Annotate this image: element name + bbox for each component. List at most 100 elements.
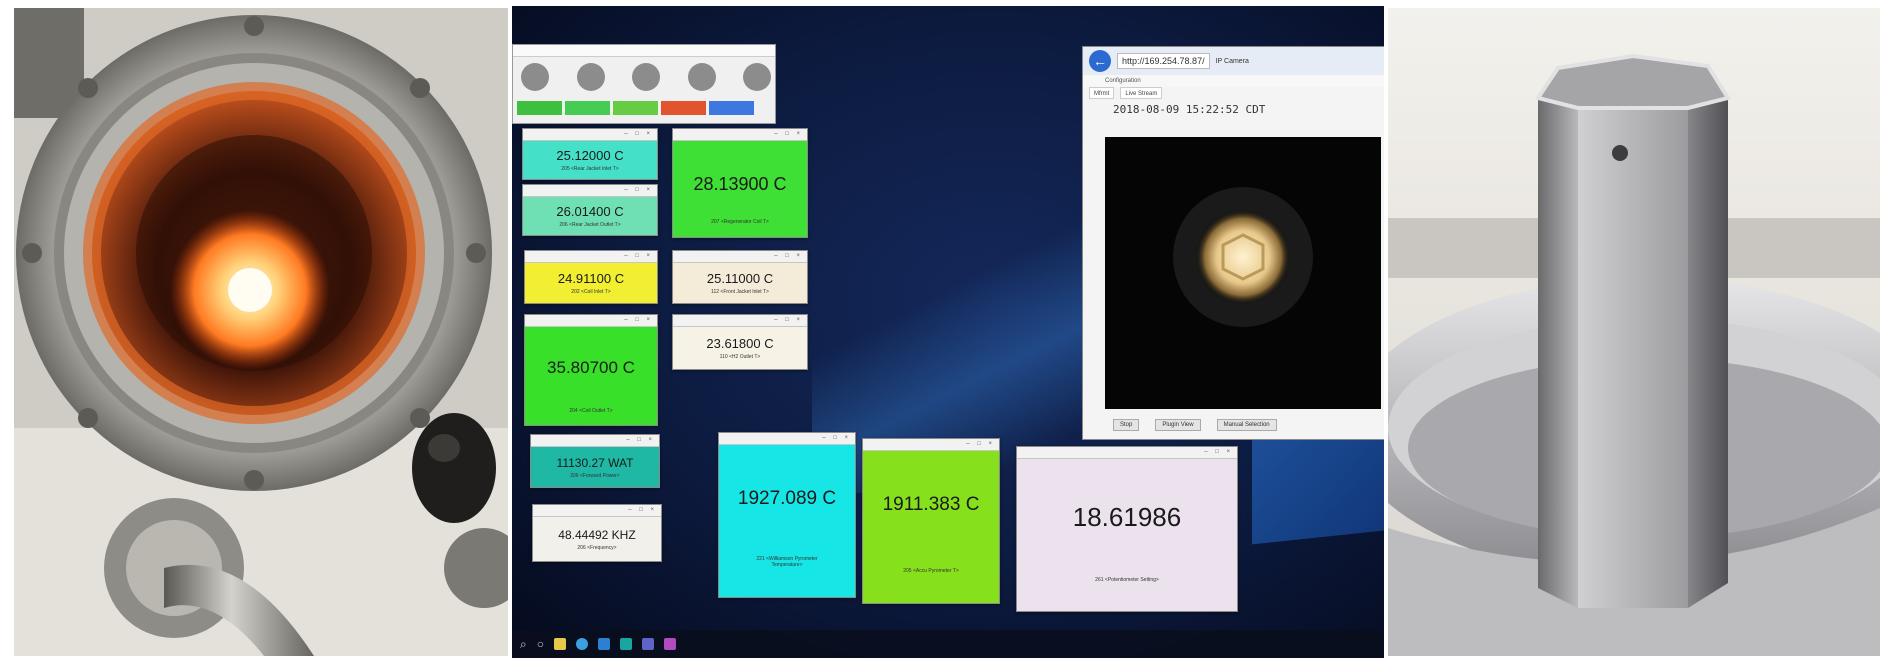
tile-value: 23.61800 C: [706, 336, 774, 351]
tile-front-jacket-inlet[interactable]: – □ × 25.11000 C 112 <Front Jacket Inlet…: [672, 250, 808, 304]
controller-button[interactable]: [517, 101, 562, 115]
tile-label: 221 <Williamson Pyrometer Temperature>: [756, 556, 818, 568]
tile-value: 48.44492 KHZ: [558, 527, 636, 542]
tile-label: 206 <Frequency>: [577, 544, 617, 551]
tile-williamson-pyrometer[interactable]: – □ × 1927.089 C 221 <Williamson Pyromet…: [718, 432, 856, 598]
camera-tab[interactable]: Live Stream: [1120, 87, 1163, 99]
tile-rear-jacket-outlet[interactable]: – □ × 26.01400 C 206 <Rear Jacket Outlet…: [522, 184, 658, 236]
tile-titlebar: – □ ×: [533, 505, 661, 517]
tile-coil-outlet[interactable]: – □ × 35.80700 C 204 <Coil Outlet T>: [524, 314, 658, 426]
indicator-light: [743, 63, 771, 91]
window-controls-icon[interactable]: – □ ×: [626, 435, 655, 446]
tile-accu-pyrometer[interactable]: – □ × 1911.383 C 205 <Accu Pyrometer T>: [862, 438, 1000, 604]
furnace-illustration: [14, 8, 508, 656]
tile-regenerator-coil[interactable]: – □ × 28.13900 C 207 <Regenerator Coil T…: [672, 128, 808, 238]
window-controls-icon[interactable]: – □ ×: [822, 433, 851, 444]
tile-titlebar: – □ ×: [719, 433, 855, 445]
tile-titlebar: – □ ×: [523, 129, 657, 141]
tile-value: 1911.383 C: [882, 494, 980, 515]
window-controls-icon[interactable]: – □ ×: [774, 129, 803, 140]
tile-value: 35.80700 C: [547, 358, 635, 377]
tile-body: 25.12000 C 205 <Rear Jacket Inlet T>: [523, 141, 657, 179]
tile-forward-power[interactable]: – □ × 11130.27 WAT 206 <Forward Power>: [530, 434, 660, 488]
window-controls-icon[interactable]: – □ ×: [624, 251, 653, 262]
window-controls-icon[interactable]: – □ ×: [1204, 447, 1233, 458]
tile-titlebar: – □ ×: [673, 315, 807, 327]
camera-timestamp: 2018-08-09 15:22:52 CDT: [1113, 103, 1266, 116]
back-arrow-icon[interactable]: ←: [1089, 50, 1111, 72]
manual-selection-button[interactable]: Manual Selection: [1216, 419, 1277, 431]
stop-button[interactable]: Stop: [1113, 419, 1140, 431]
plugin-view-button[interactable]: Plugin View: [1155, 419, 1201, 431]
tile-value: 11130.27 WAT: [556, 455, 634, 470]
tile-h2-outlet[interactable]: – □ × 23.61800 C 110 <H2 Outlet T>: [672, 314, 808, 370]
tile-label: 110 <H2 Outlet T>: [719, 354, 761, 360]
monitor-screen-photo: – □ × 25.12000 C 205 <Rear Jacket Inlet …: [512, 6, 1384, 658]
camera-image: [1173, 187, 1313, 327]
tile-label: 206 <Forward Power>: [570, 472, 620, 479]
indicator-light: [632, 63, 660, 91]
browser-tab[interactable]: IP Camera: [1216, 58, 1249, 65]
tile-coil-inlet[interactable]: – □ × 24.91100 C 202 <Coil Inlet T>: [524, 250, 658, 304]
controller-button[interactable]: [613, 101, 658, 115]
controller-window: [512, 44, 776, 124]
camera-tabs: Mfrmt Live Stream: [1083, 87, 1384, 99]
controller-button[interactable]: [661, 101, 706, 115]
file-explorer-icon[interactable]: [553, 638, 566, 650]
tile-rear-jacket-inlet[interactable]: – □ × 25.12000 C 205 <Rear Jacket Inlet …: [522, 128, 658, 180]
tile-label: 112 <Front Jacket Inlet T>: [711, 289, 769, 295]
ip-camera-browser-window: ← http://169.254.78.87/ IP Camera Config…: [1082, 46, 1384, 440]
tile-label: 205 <Accu Pyrometer T>: [903, 568, 959, 574]
tile-value: 25.11000 C: [706, 271, 774, 286]
tile-value: 18.61986: [1072, 501, 1182, 532]
tile-body: 25.11000 C 112 <Front Jacket Inlet T>: [673, 263, 807, 303]
tile-titlebar: – □ ×: [523, 185, 657, 197]
browser-nav-bar: ← http://169.254.78.87/ IP Camera: [1083, 47, 1384, 75]
address-bar[interactable]: http://169.254.78.87/: [1117, 53, 1210, 69]
tile-label: 207 <Regenerator Coil T>: [711, 218, 769, 225]
browser-icon[interactable]: [575, 638, 588, 650]
controller-button[interactable]: [565, 101, 610, 115]
window-controls-icon[interactable]: – □ ×: [774, 251, 803, 262]
tile-label: 206 <Rear Jacket Outlet T>: [559, 222, 621, 228]
tile-body: 24.91100 C 202 <Coil Inlet T>: [525, 263, 657, 303]
controller-indicators: [521, 63, 771, 91]
tile-titlebar: – □ ×: [525, 315, 657, 327]
tile-potentiometer[interactable]: – □ × 18.61986 261 <Potentiometer Settin…: [1016, 446, 1238, 612]
window-controls-icon[interactable]: – □ ×: [628, 505, 657, 516]
tile-value: 28.13900 C: [693, 173, 787, 194]
controller-button[interactable]: [709, 101, 754, 115]
task-view-icon[interactable]: ○: [537, 637, 544, 651]
window-controls-icon[interactable]: – □ ×: [624, 129, 653, 140]
app-icon[interactable]: [663, 638, 676, 650]
tile-titlebar: – □ ×: [863, 439, 999, 451]
tile-body: 11130.27 WAT 206 <Forward Power>: [531, 447, 659, 487]
tile-titlebar: – □ ×: [673, 251, 807, 263]
hexagonal-ingot-photo: [1388, 8, 1880, 656]
app-icon[interactable]: [641, 638, 654, 650]
window-controls-icon[interactable]: – □ ×: [624, 185, 653, 196]
indicator-light: [576, 63, 605, 91]
browser-menu[interactable]: Configuration: [1083, 75, 1384, 87]
tile-value: 24.91100 C: [557, 271, 625, 286]
tile-frequency[interactable]: – □ × 48.44492 KHZ 206 <Frequency>: [532, 504, 662, 562]
window-controls-icon[interactable]: – □ ×: [966, 439, 995, 450]
furnace-viewport-photo: [14, 8, 508, 656]
camera-video-feed: [1105, 137, 1381, 409]
tile-titlebar: – □ ×: [1017, 447, 1237, 459]
camera-tab[interactable]: Mfrmt: [1089, 87, 1115, 99]
window-controls-icon[interactable]: – □ ×: [774, 315, 803, 326]
tile-body: 26.01400 C 206 <Rear Jacket Outlet T>: [523, 197, 657, 235]
tile-label: 204 <Coil Outlet T>: [569, 408, 613, 414]
indicator-light: [687, 63, 716, 91]
tile-titlebar: – □ ×: [673, 129, 807, 141]
tile-label: 261 <Potentiometer Setting>: [1095, 576, 1159, 583]
app-icon[interactable]: [619, 638, 632, 650]
tile-body: 23.61800 C 110 <H2 Outlet T>: [673, 327, 807, 369]
controller-buttons: [517, 101, 754, 115]
edge-icon[interactable]: [597, 638, 610, 650]
tile-body: 18.61986 261 <Potentiometer Setting>: [1017, 459, 1237, 611]
window-controls-icon[interactable]: – □ ×: [624, 315, 653, 326]
ingot-illustration: [1388, 53, 1880, 656]
search-icon[interactable]: ⌕: [520, 637, 527, 652]
